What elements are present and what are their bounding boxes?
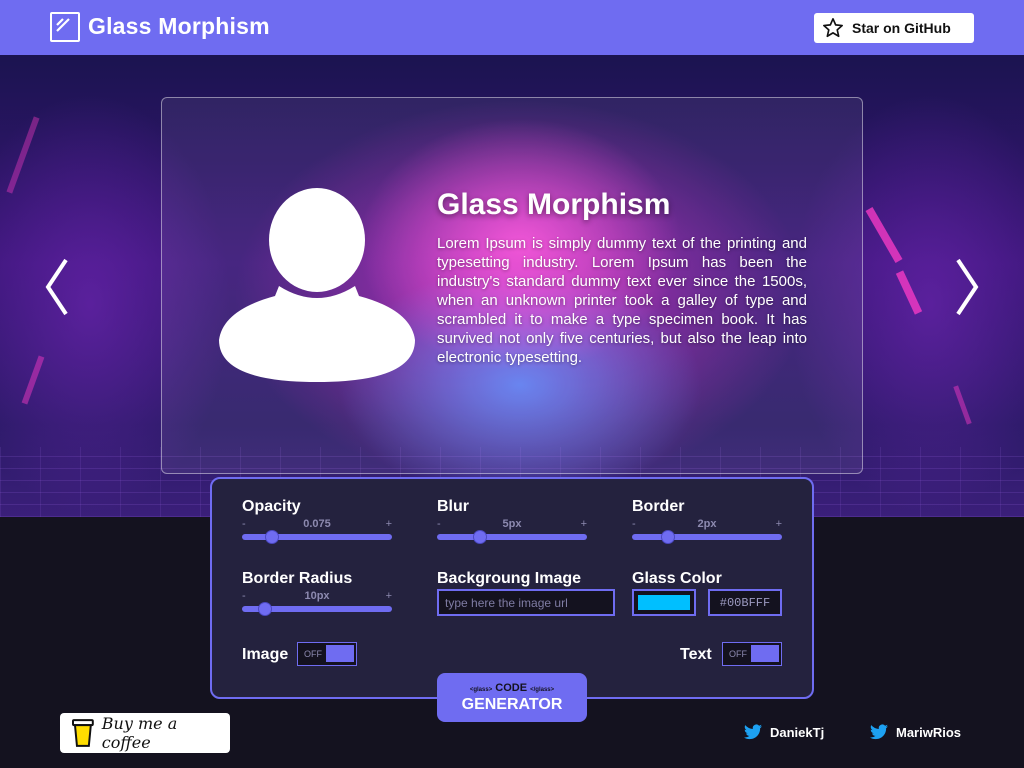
twitter-handle-1: DaniekTj — [770, 724, 825, 740]
twitter-handle-2: MariwRios — [896, 724, 962, 740]
chevron-left-icon[interactable] — [44, 258, 70, 316]
border-label: Border — [632, 498, 685, 515]
color-swatch — [638, 595, 690, 610]
opacity-label: Opacity — [242, 498, 301, 515]
opacity-slider[interactable]: - 0.075 + — [242, 518, 392, 546]
twitter-icon — [744, 724, 762, 740]
coffee-label: Buy me a coffee — [101, 714, 178, 752]
blur-slider[interactable]: - 5px + — [437, 518, 587, 546]
image-toggle-label: Image — [242, 646, 289, 663]
code-generator-button[interactable]: <glass> CODE </glass> GENERATOR — [437, 673, 587, 722]
star-icon — [823, 18, 843, 38]
glass-color-picker[interactable] — [632, 589, 696, 616]
border-value: 2px — [697, 518, 717, 530]
twitter-icon — [870, 724, 888, 740]
card-title: Glass Morphism — [437, 188, 671, 221]
opacity-value: 0.075 — [303, 518, 331, 530]
blur-value: 5px — [502, 518, 522, 530]
chevron-right-icon[interactable] — [954, 258, 980, 316]
image-toggle-state: OFF — [304, 649, 322, 659]
top-bar: Glass Morphism Star on GitHub — [0, 0, 1024, 55]
opacity-slider-thumb[interactable] — [265, 530, 279, 544]
glass-color-hex-input[interactable]: #00BFFF — [708, 589, 782, 616]
border-radius-slider[interactable]: - 10px + — [242, 590, 392, 618]
blur-label: Blur — [437, 498, 469, 515]
blur-slider-thumb[interactable] — [473, 530, 487, 544]
github-button-label: Star on GitHub — [852, 20, 951, 36]
card-text: Lorem Ipsum is simply dummy text of the … — [437, 235, 807, 366]
coffee-cup-icon — [72, 719, 94, 747]
background-image-label: Backgroung Image — [437, 570, 582, 587]
border-radius-value: 10px — [304, 590, 330, 602]
buy-me-a-coffee-button[interactable]: Buy me a coffee — [60, 713, 230, 753]
border-slider[interactable]: - 2px + — [632, 518, 782, 546]
border-radius-slider-thumb[interactable] — [258, 602, 272, 616]
user-avatar-icon — [219, 188, 415, 382]
text-toggle-state: OFF — [729, 649, 747, 659]
star-on-github-button[interactable]: Star on GitHub — [814, 13, 974, 43]
logo-icon — [50, 12, 80, 42]
image-toggle[interactable]: OFF — [297, 642, 357, 666]
twitter-link-daniektj[interactable]: DaniekTj — [744, 724, 824, 740]
image-url-input[interactable] — [437, 589, 615, 616]
glass-color-label: Glass Color — [632, 570, 722, 587]
text-toggle-label: Text — [680, 646, 712, 663]
border-slider-thumb[interactable] — [661, 530, 675, 544]
generator-label: GENERATOR — [461, 696, 563, 713]
twitter-link-mariwrios[interactable]: MariwRios — [870, 724, 961, 740]
text-toggle[interactable]: OFF — [722, 642, 782, 666]
brand-title: Glass Morphism — [88, 13, 270, 39]
border-radius-label: Border Radius — [242, 570, 353, 587]
